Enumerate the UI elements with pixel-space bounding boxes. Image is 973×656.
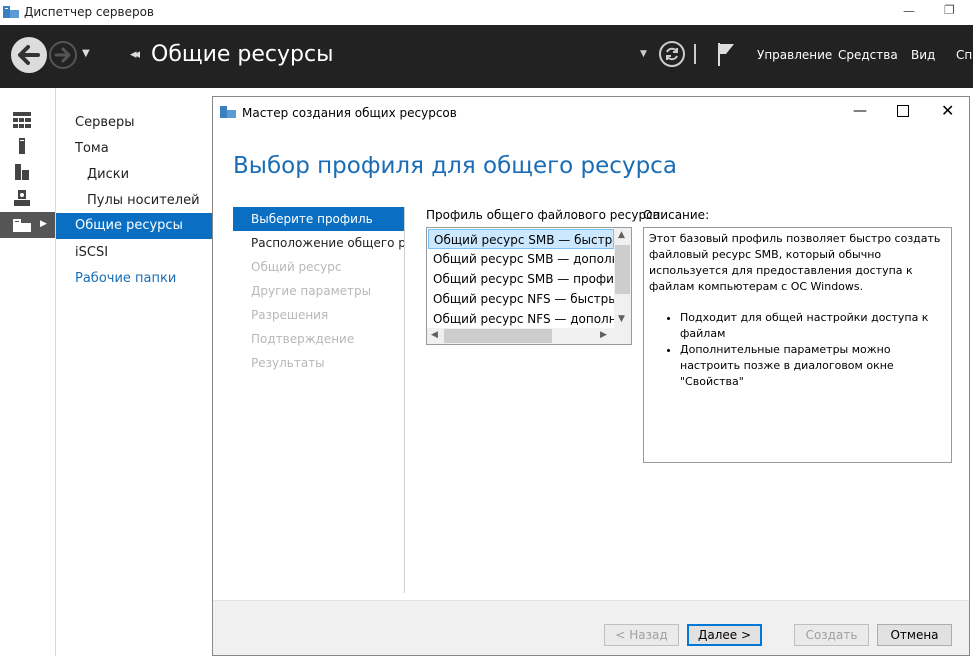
nav-item-storage-pools[interactable]: Пулы носителей bbox=[56, 188, 212, 214]
window-title: Диспетчер серверов bbox=[24, 5, 154, 19]
wizard-title: Мастер создания общих ресурсов bbox=[242, 106, 457, 120]
server-icon bbox=[19, 138, 25, 154]
rail-local-server[interactable] bbox=[0, 133, 55, 159]
file-services-icon bbox=[14, 190, 30, 206]
horizontal-scroll-thumb[interactable] bbox=[444, 329, 552, 343]
step-confirmation: Подтверждение bbox=[251, 332, 355, 346]
back-button[interactable] bbox=[11, 37, 47, 73]
scroll-up-icon[interactable]: ▲ bbox=[618, 230, 625, 240]
description-bullets: Подходит для общей настройки доступа к ф… bbox=[649, 310, 946, 390]
minimize-icon[interactable]: — bbox=[903, 4, 917, 18]
icon-rail: ▶ bbox=[0, 88, 56, 656]
step-share-location[interactable]: Расположение общего р... bbox=[233, 231, 404, 255]
wizard-minimize-icon[interactable]: — bbox=[853, 103, 867, 119]
step-select-profile[interactable]: Выберите профиль bbox=[233, 207, 404, 231]
server-manager-icon bbox=[3, 5, 19, 19]
refresh-button[interactable] bbox=[659, 41, 685, 67]
notifications-flag-icon[interactable] bbox=[716, 41, 736, 70]
rail-shares[interactable]: ▶ bbox=[0, 212, 55, 238]
nav-item-volumes[interactable]: Тома bbox=[56, 136, 212, 162]
history-dropdown-icon[interactable]: ▼ bbox=[82, 48, 90, 59]
list-item[interactable]: Общий ресурс NFS — дополнительно bbox=[428, 309, 614, 329]
refresh-icon bbox=[666, 47, 678, 61]
navigation-pane: Серверы Тома Диски Пулы носителей Общие … bbox=[56, 88, 212, 656]
app-header: ▼ ◂◂ Общие ресурсы ▼ Управление Средства… bbox=[0, 25, 973, 88]
wizard-close-icon[interactable]: ✕ bbox=[941, 101, 954, 120]
list-item[interactable]: Общий ресурс NFS — быстрый профиль bbox=[428, 289, 614, 309]
description-label: Описание: bbox=[643, 208, 710, 222]
forward-arrow-icon bbox=[54, 47, 71, 63]
dashboard-icon bbox=[13, 112, 31, 128]
step-results: Результаты bbox=[251, 356, 325, 370]
description-text: Этот базовый профиль позволяет быстро со… bbox=[649, 232, 941, 293]
rail-dashboard[interactable] bbox=[0, 107, 55, 133]
steps-divider bbox=[404, 207, 405, 593]
vertical-scroll-thumb[interactable] bbox=[615, 245, 630, 294]
profile-listbox[interactable]: Общий ресурс SMB — быстрый профиль Общий… bbox=[426, 227, 632, 345]
description-box: Этот базовый профиль позволяет быстро со… bbox=[643, 227, 952, 463]
list-item: Дополнительные параметры можно настроить… bbox=[680, 342, 946, 390]
scroll-left-icon[interactable]: ◀ bbox=[431, 330, 438, 340]
menu-manage[interactable]: Управление bbox=[757, 48, 832, 62]
new-share-wizard: Мастер создания общих ресурсов — ✕ Выбор… bbox=[212, 96, 970, 656]
wizard-shares-icon bbox=[220, 105, 236, 122]
header-separator bbox=[694, 44, 696, 64]
forward-button[interactable] bbox=[49, 41, 77, 69]
header-dropdown-icon[interactable]: ▼ bbox=[640, 49, 647, 59]
restore-icon[interactable]: ❐ bbox=[944, 3, 958, 17]
scroll-right-icon[interactable]: ▶ bbox=[600, 330, 607, 340]
rail-file-services[interactable] bbox=[0, 185, 55, 211]
list-item[interactable]: Общий ресурс SMB — дополнительно bbox=[428, 249, 614, 269]
nav-item-work-folders[interactable]: Рабочие папки bbox=[56, 266, 212, 292]
nav-item-shares[interactable]: Общие ресурсы bbox=[56, 213, 212, 239]
cancel-button[interactable]: Отмена bbox=[877, 624, 952, 646]
back-step-button[interactable]: < Назад bbox=[604, 624, 679, 646]
expand-arrow-icon: ▶ bbox=[40, 219, 47, 229]
nav-item-servers[interactable]: Серверы bbox=[56, 110, 212, 136]
wizard-heading: Выбор профиля для общего ресурса bbox=[233, 153, 677, 179]
step-share-name: Общий ресурс bbox=[251, 260, 342, 274]
wizard-maximize-icon[interactable] bbox=[897, 105, 909, 117]
menu-tools[interactable]: Средства bbox=[838, 48, 898, 62]
wizard-footer: < Назад Далее > Создать Отмена bbox=[213, 601, 969, 655]
menu-view[interactable]: Вид bbox=[911, 48, 935, 62]
nav-item-disks[interactable]: Диски bbox=[56, 162, 212, 188]
nav-item-iscsi[interactable]: iSCSI bbox=[56, 240, 212, 266]
window-titlebar: Диспетчер серверов — ❐ bbox=[0, 0, 973, 25]
back-arrow-icon bbox=[18, 45, 40, 65]
list-item[interactable]: Общий ресурс SMB — быстрый профиль bbox=[428, 229, 614, 249]
scroll-down-icon[interactable]: ▼ bbox=[618, 314, 625, 324]
next-button[interactable]: Далее > bbox=[687, 624, 762, 646]
all-servers-icon bbox=[15, 164, 29, 180]
list-item[interactable]: Общий ресурс SMB — профиль для приложени… bbox=[428, 269, 614, 289]
rail-all-servers[interactable] bbox=[0, 159, 55, 185]
step-permissions: Разрешения bbox=[251, 308, 329, 322]
wizard-titlebar: Мастер создания общих ресурсов — ✕ bbox=[213, 97, 969, 127]
profile-list-label: Профиль общего файлового ресурса: bbox=[426, 208, 665, 222]
menu-help[interactable]: Спр bbox=[956, 48, 973, 62]
breadcrumb-chevron-icon: ◂◂ bbox=[130, 47, 140, 62]
shares-icon bbox=[13, 219, 31, 232]
step-other-settings: Другие параметры bbox=[251, 284, 372, 298]
page-title: Общие ресурсы bbox=[151, 42, 334, 67]
create-button[interactable]: Создать bbox=[794, 624, 869, 646]
list-item: Подходит для общей настройки доступа к ф… bbox=[680, 310, 946, 342]
